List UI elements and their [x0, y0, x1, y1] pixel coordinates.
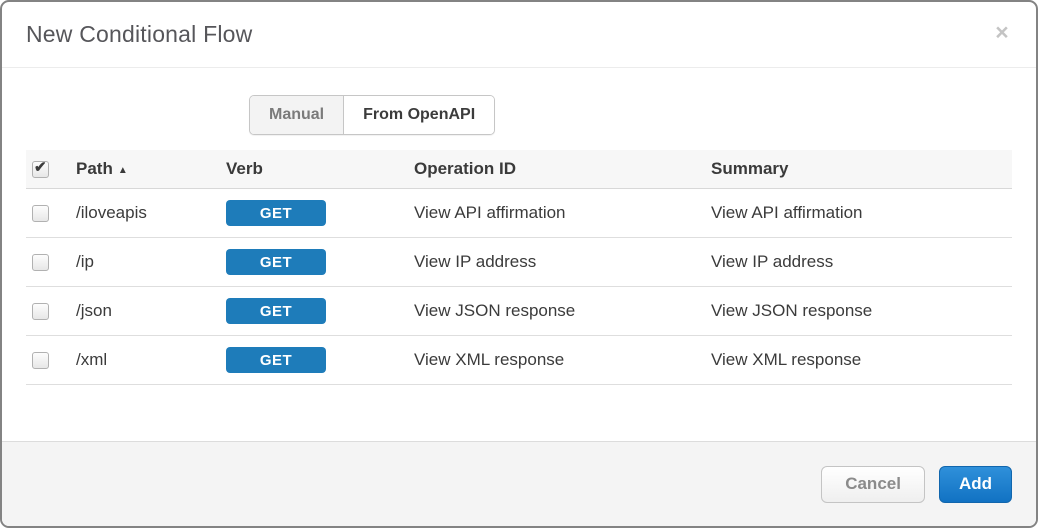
add-button[interactable]: Add: [939, 466, 1012, 503]
select-all-checkbox[interactable]: ✔: [32, 161, 49, 178]
cell-operation-id: View JSON response: [414, 301, 711, 321]
cell-path: /json: [76, 301, 226, 321]
tab-from-openapi[interactable]: From OpenAPI: [344, 96, 494, 134]
cell-summary: View IP address: [711, 252, 1012, 272]
cell-operation-id: View API affirmation: [414, 203, 711, 223]
table-row: /json GET View JSON response View JSON r…: [26, 287, 1012, 336]
column-header-summary[interactable]: Summary: [711, 159, 1012, 179]
row-checkbox[interactable]: [32, 352, 49, 369]
cell-summary: View XML response: [711, 350, 1012, 370]
row-checkbox[interactable]: [32, 254, 49, 271]
tab-manual[interactable]: Manual: [250, 96, 344, 134]
cancel-button[interactable]: Cancel: [821, 466, 925, 503]
sort-ascending-icon: ▲: [118, 165, 128, 176]
close-icon[interactable]: ×: [990, 20, 1014, 44]
verb-badge-get: GET: [226, 249, 326, 275]
verb-badge-get: GET: [226, 298, 326, 324]
cell-path: /xml: [76, 350, 226, 370]
dialog-header: New Conditional Flow: [2, 2, 1036, 68]
cell-operation-id: View XML response: [414, 350, 711, 370]
cell-path: /iloveapis: [76, 203, 226, 223]
cell-summary: View API affirmation: [711, 203, 1012, 223]
column-header-operation-id[interactable]: Operation ID: [414, 159, 711, 179]
source-toggle: Manual From OpenAPI: [249, 95, 495, 135]
table-row: /iloveapis GET View API affirmation View…: [26, 189, 1012, 238]
cell-summary: View JSON response: [711, 301, 1012, 321]
table-header-row: ✔ Path▲ Verb Operation ID Summary: [26, 150, 1012, 189]
dialog-title: New Conditional Flow: [26, 21, 252, 48]
cell-path: /ip: [76, 252, 226, 272]
operations-table: ✔ Path▲ Verb Operation ID Summary /ilove…: [26, 150, 1012, 385]
table-row: /ip GET View IP address View IP address: [26, 238, 1012, 287]
row-checkbox[interactable]: [32, 205, 49, 222]
table-row: /xml GET View XML response View XML resp…: [26, 336, 1012, 385]
dialog-footer: Cancel Add: [2, 441, 1036, 526]
verb-badge-get: GET: [226, 200, 326, 226]
row-checkbox[interactable]: [32, 303, 49, 320]
verb-badge-get: GET: [226, 347, 326, 373]
checkmark-icon: ✔: [34, 159, 47, 176]
column-header-verb[interactable]: Verb: [226, 159, 414, 179]
column-header-path[interactable]: Path▲: [76, 159, 226, 179]
header-checkbox-cell: ✔: [26, 161, 76, 178]
new-conditional-flow-dialog: New Conditional Flow × Manual From OpenA…: [0, 0, 1038, 528]
cell-operation-id: View IP address: [414, 252, 711, 272]
